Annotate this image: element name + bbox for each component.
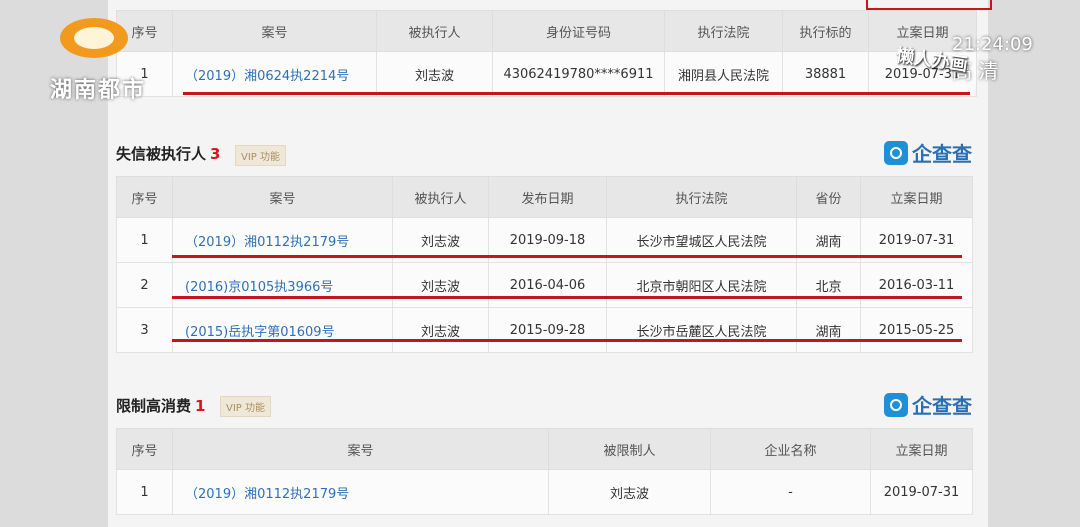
col-header: 立案日期 xyxy=(860,176,973,218)
col-header: 执行法院 xyxy=(664,10,783,52)
section-title-restriction: 限制高消费 1 xyxy=(116,395,205,416)
court: 湘阴县人民法院 xyxy=(664,51,783,97)
province: 湖南 xyxy=(796,307,861,353)
vip-badge[interactable]: VIP 功能 xyxy=(235,145,286,166)
col-header: 企业名称 xyxy=(710,428,871,470)
section-title-text: 失信被执行人 xyxy=(116,145,207,163)
section-count: 1 xyxy=(195,397,206,415)
red-underline xyxy=(172,339,962,342)
col-header: 省份 xyxy=(796,176,861,218)
row-no: 1 xyxy=(116,469,173,515)
col-header: 案号 xyxy=(172,10,377,52)
case-link[interactable]: (2015)岳执字第01609号 xyxy=(172,307,393,353)
col-header: 被执行人 xyxy=(392,176,489,218)
table-header: 序号 案号 被限制人 企业名称 立案日期 xyxy=(116,428,973,470)
person: 刘志波 xyxy=(376,51,493,97)
file-date: 2019-07-31 xyxy=(870,469,973,515)
vip-badge[interactable]: VIP 功能 xyxy=(220,396,271,417)
case-link[interactable]: (2016)京0105执3966号 xyxy=(172,262,393,308)
brand-text: 企查查 xyxy=(912,142,972,166)
table-row: 1 （2019）湘0112执2179号 刘志波 - 2019-07-31 xyxy=(116,469,973,515)
col-header: 案号 xyxy=(172,428,549,470)
case-link[interactable]: （2019）湘0624执2214号 xyxy=(172,51,377,97)
col-header: 案号 xyxy=(172,176,393,218)
person: 刘志波 xyxy=(548,469,711,515)
section-title-text: 限制高消费 xyxy=(116,397,192,415)
court: 北京市朝阳区人民法院 xyxy=(606,262,797,308)
highlight-box xyxy=(866,0,992,10)
qichacha-logo-icon xyxy=(884,140,908,165)
qichacha-logo-icon xyxy=(884,392,908,417)
red-underline xyxy=(172,296,962,299)
section-count: 3 xyxy=(210,145,221,163)
channel-name: 湖南都市 xyxy=(50,78,147,103)
col-header: 立案日期 xyxy=(870,428,973,470)
table-header: 序号 案号 被执行人 身份证号码 执行法院 执行标的 立案日期 xyxy=(116,10,977,52)
col-header: 被限制人 xyxy=(548,428,711,470)
red-underline xyxy=(172,255,962,258)
qichacha-brand: 企查查 xyxy=(884,138,972,167)
amount: 38881 xyxy=(782,51,869,97)
col-header: 被执行人 xyxy=(376,10,493,52)
col-header: 身份证号码 xyxy=(492,10,665,52)
col-header: 执行法院 xyxy=(606,176,797,218)
col-header: 序号 xyxy=(116,428,173,470)
company-name: - xyxy=(710,469,871,515)
qichacha-brand: 企查查 xyxy=(884,390,972,419)
table-header: 序号 案号 被执行人 发布日期 执行法院 省份 立案日期 xyxy=(116,176,973,218)
publish-date: 2015-09-28 xyxy=(488,307,607,353)
col-header: 执行标的 xyxy=(782,10,869,52)
file-date: 2016-03-11 xyxy=(860,262,973,308)
brand-text: 企查查 xyxy=(912,394,972,418)
row-no: 3 xyxy=(116,307,173,353)
execution-table: 序号 案号 被执行人 身份证号码 执行法院 执行标的 立案日期 1 （2019）… xyxy=(116,10,977,97)
publish-date: 2016-04-06 xyxy=(488,262,607,308)
channel-logo-icon xyxy=(60,18,128,58)
restriction-table: 序号 案号 被限制人 企业名称 立案日期 1 （2019）湘0112执2179号… xyxy=(116,428,973,515)
section-title-dishonest: 失信被执行人 3 xyxy=(116,143,220,164)
person: 刘志波 xyxy=(392,307,489,353)
red-underline xyxy=(183,92,970,95)
row-no: 1 xyxy=(116,217,173,263)
court: 长沙市岳麓区人民法院 xyxy=(606,307,797,353)
table-row: 1 （2019）湘0624执2214号 刘志波 43062419780****6… xyxy=(116,51,977,97)
person: 刘志波 xyxy=(392,262,489,308)
table-row: 2 (2016)京0105执3966号 刘志波 2016-04-06 北京市朝阳… xyxy=(116,262,973,308)
dishonest-table: 序号 案号 被执行人 发布日期 执行法院 省份 立案日期 1 （2019）湘01… xyxy=(116,176,973,353)
case-link[interactable]: （2019）湘0112执2179号 xyxy=(172,469,549,515)
col-header: 序号 xyxy=(116,176,173,218)
province: 北京 xyxy=(796,262,861,308)
file-date: 2015-05-25 xyxy=(860,307,973,353)
id-number: 43062419780****6911 xyxy=(492,51,665,97)
row-no: 2 xyxy=(116,262,173,308)
table-row: 3 (2015)岳执字第01609号 刘志波 2015-09-28 长沙市岳麓区… xyxy=(116,307,973,353)
col-header: 发布日期 xyxy=(488,176,607,218)
